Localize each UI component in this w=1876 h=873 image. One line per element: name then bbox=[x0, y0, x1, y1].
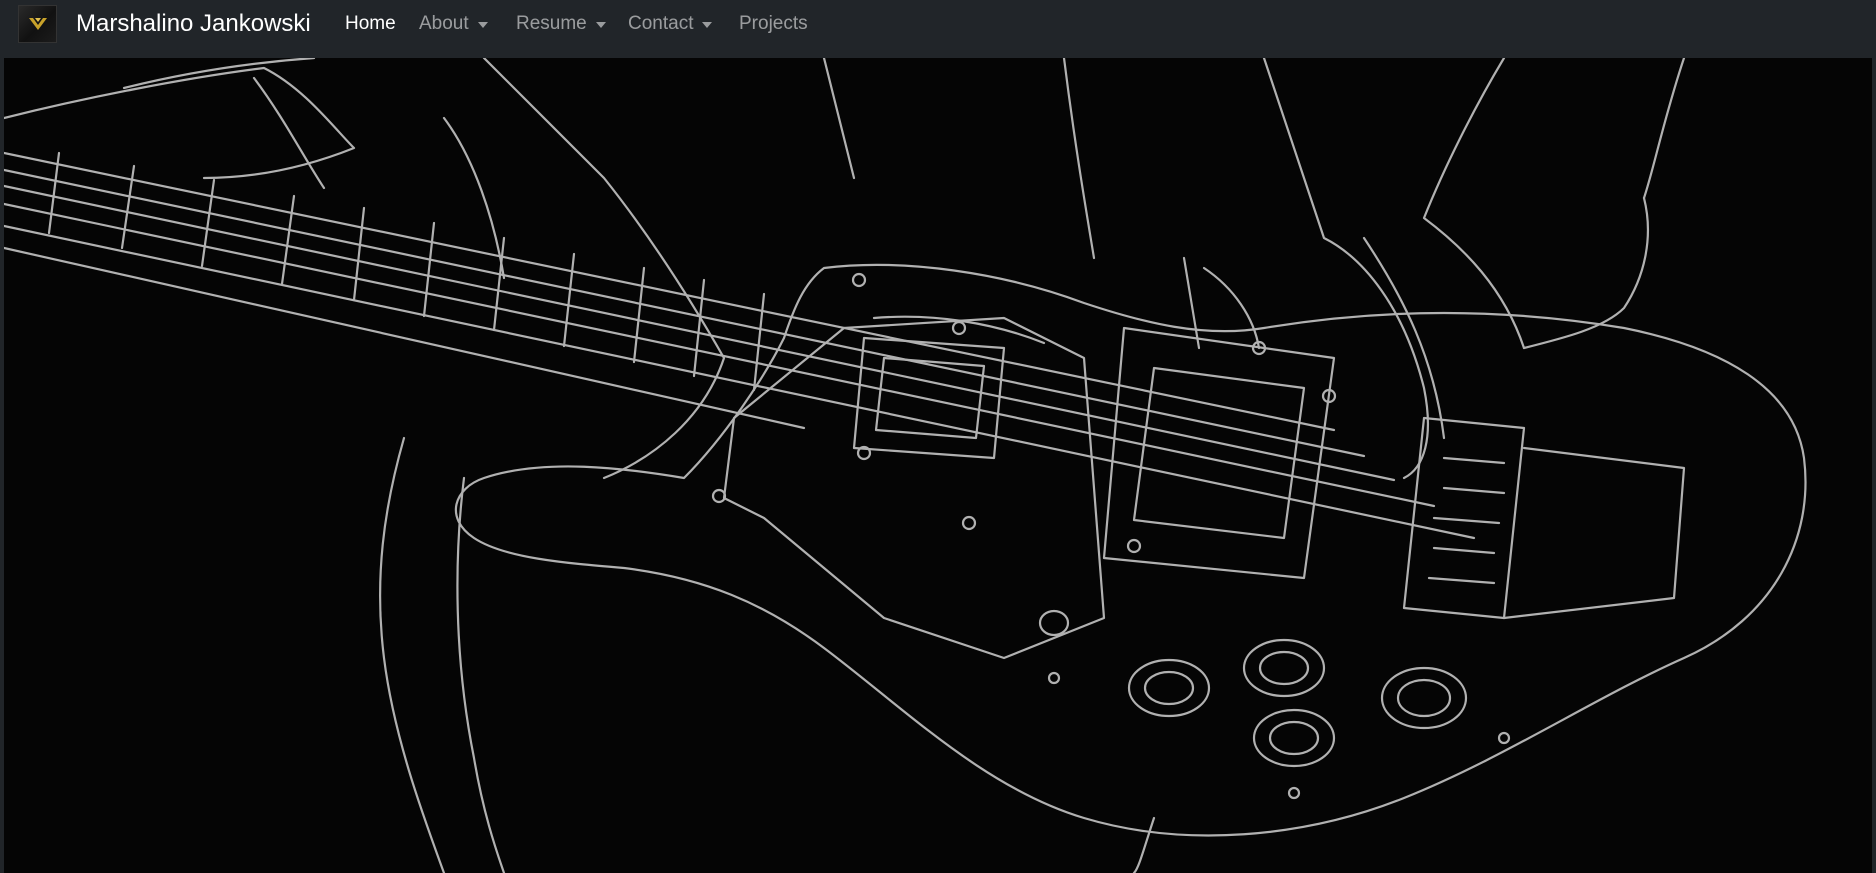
nav-projects-label: Projects bbox=[739, 13, 808, 34]
bass-guitar-line-art-icon bbox=[4, 58, 1807, 873]
nav-home-label: Home bbox=[345, 13, 396, 34]
chevron-down-icon bbox=[595, 22, 606, 28]
nav-about-label: About bbox=[419, 13, 469, 34]
nav-contact[interactable]: Contact bbox=[628, 13, 713, 35]
nav-resume[interactable]: Resume bbox=[516, 13, 606, 35]
nav-projects[interactable]: Projects bbox=[739, 13, 808, 35]
gold-chevron-logo-icon bbox=[28, 18, 47, 30]
chevron-down-icon bbox=[702, 22, 713, 28]
nav-contact-label: Contact bbox=[628, 13, 694, 34]
nav-about[interactable]: About bbox=[419, 13, 488, 35]
brand-name[interactable]: Marshalino Jankowski bbox=[76, 9, 311, 39]
brand-logo[interactable] bbox=[18, 5, 57, 43]
nav-resume-label: Resume bbox=[516, 13, 587, 34]
top-navbar: Marshalino Jankowski Home About Resume C… bbox=[0, 0, 1876, 58]
nav-home[interactable]: Home bbox=[345, 13, 396, 35]
hero-image bbox=[4, 58, 1872, 873]
chevron-down-icon bbox=[477, 22, 488, 28]
